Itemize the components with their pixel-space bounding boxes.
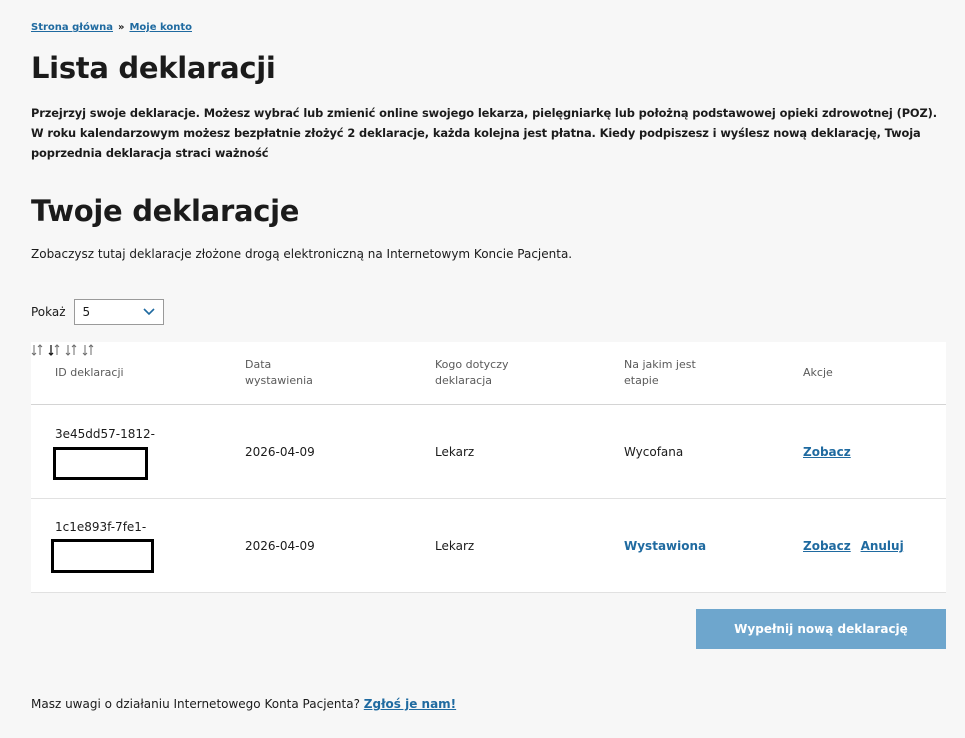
- page-size-label: Pokaż: [31, 305, 66, 319]
- intro-text: Przejrzyj swoje deklaracje. Możesz wybra…: [31, 106, 938, 160]
- breadcrumb: Strona główna » Moje konto: [31, 22, 192, 33]
- header-id[interactable]: ID deklaracji: [55, 342, 155, 404]
- page-title: Lista deklaracji: [31, 51, 276, 85]
- new-declaration-button[interactable]: Wypełnij nową deklarację: [696, 609, 946, 649]
- declaration-id: 3e45dd57-1812-: [55, 427, 155, 441]
- header-date[interactable]: Data wystawienia: [245, 342, 330, 404]
- breadcrumb-home-link[interactable]: Strona główna: [31, 22, 113, 33]
- table-row: 3e45dd57-1812- 2026-04-09 Lekarz Wycofan…: [31, 405, 946, 499]
- declaration-id: 1c1e893f-7fe1-: [55, 520, 147, 534]
- feedback-question: Masz uwagi o działaniu Internetowego Kon…: [31, 697, 360, 711]
- feedback-text: Masz uwagi o działaniu Internetowego Kon…: [31, 697, 456, 711]
- declaration-stage: Wycofana: [624, 445, 684, 459]
- sort-arrows-icon[interactable]: [31, 342, 48, 361]
- cancel-declaration-link[interactable]: Anuluj: [861, 539, 904, 553]
- header-actions-label: Akcje: [803, 366, 833, 379]
- redacted-box: [53, 447, 148, 480]
- feedback-link[interactable]: Zgłoś je nam!: [364, 697, 456, 711]
- view-declaration-link[interactable]: Zobacz: [803, 539, 851, 553]
- header-actions: Akcje: [803, 342, 883, 404]
- declaration-stage: Wystawiona: [624, 539, 707, 553]
- declaration-date: 2026-04-09: [245, 539, 315, 553]
- header-who[interactable]: Kogo dotyczy deklaracja: [435, 342, 525, 404]
- table-row: 1c1e893f-7fe1- 2026-04-09 Lekarz Wystawi…: [31, 499, 946, 593]
- header-stage[interactable]: Na jakim jest etapie: [624, 342, 719, 404]
- declaration-who: Lekarz: [435, 539, 475, 553]
- chevron-down-icon: [142, 308, 155, 316]
- table-header: ID deklaracji Data wystawienia Kogo doty…: [31, 342, 946, 405]
- page-size-control: Pokaż 5: [31, 298, 164, 326]
- page-size-value: 5: [82, 305, 91, 319]
- header-date-label: Data wystawienia: [245, 358, 313, 387]
- page-size-select[interactable]: 5: [73, 299, 164, 325]
- header-who-label: Kogo dotyczy deklaracja: [435, 358, 509, 387]
- breadcrumb-separator: »: [117, 22, 125, 33]
- header-stage-label: Na jakim jest etapie: [624, 358, 696, 387]
- header-id-label: ID deklaracji: [55, 366, 124, 379]
- declaration-date: 2026-04-09: [245, 445, 315, 459]
- declaration-who: Lekarz: [435, 445, 475, 459]
- breadcrumb-account-link[interactable]: Moje konto: [129, 22, 192, 33]
- section-title: Twoje deklaracje: [31, 194, 300, 228]
- redacted-box: [51, 539, 154, 573]
- declarations-table: ID deklaracji Data wystawienia Kogo doty…: [31, 342, 946, 593]
- section-intro: Zobaczysz tutaj deklaracje złożone drogą…: [31, 247, 573, 261]
- view-declaration-link[interactable]: Zobacz: [803, 445, 851, 459]
